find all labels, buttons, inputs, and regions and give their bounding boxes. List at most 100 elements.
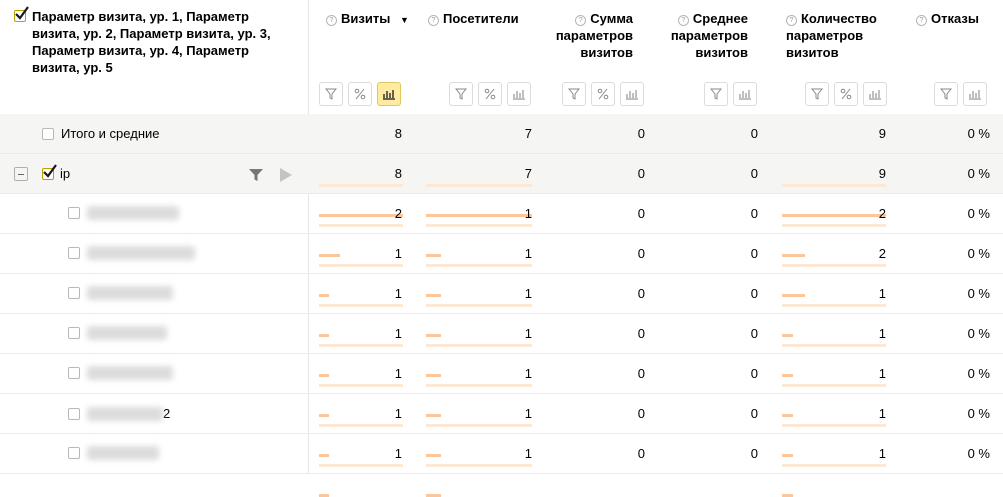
row-visits: 1 — [394, 446, 402, 461]
redacted-ip — [87, 206, 179, 220]
bar-chart-icon[interactable] — [377, 82, 401, 106]
total-count: 9 — [878, 126, 886, 141]
help-icon[interactable]: ? — [326, 15, 337, 26]
column-header-count[interactable]: ? Количество параметров визитов — [786, 10, 886, 61]
table-row: 1 1 0 0 1 0 % — [0, 274, 1003, 337]
help-icon[interactable]: ? — [575, 15, 587, 26]
visits-bar — [319, 424, 403, 457]
bounce-tools — [934, 82, 987, 106]
column-header-avg[interactable]: ? Среднее параметров визитов — [660, 10, 748, 61]
percent-icon[interactable] — [591, 82, 615, 106]
dimension-header-checkbox[interactable] — [14, 6, 29, 22]
row-checkbox[interactable] — [68, 287, 80, 299]
row-count: 1 — [878, 326, 886, 341]
bar-chart-icon[interactable] — [620, 82, 644, 106]
row-checkbox[interactable] — [68, 327, 80, 339]
filter-icon[interactable] — [704, 82, 728, 106]
table-row: 1 1 0 0 1 0 % — [0, 434, 1003, 497]
percent-icon[interactable] — [478, 82, 502, 106]
row-checkbox[interactable] — [68, 447, 80, 459]
percent-icon[interactable] — [348, 82, 372, 106]
column-header-visits[interactable]: ? Визиты ▼ — [326, 10, 409, 29]
filter-icon[interactable] — [934, 82, 958, 106]
total-row: Итого и средние 8 7 0 0 9 0 % — [0, 114, 1003, 154]
row-visits: 1 — [394, 406, 402, 421]
filter-icon[interactable] — [805, 82, 829, 106]
row-bounce: 0 % — [967, 286, 990, 301]
row-sum: 0 — [637, 326, 645, 341]
dimension-header-title: Параметр визита, ур. 1, Параметр визита,… — [32, 9, 271, 75]
row-count: 1 — [878, 406, 886, 421]
row-sum: 0 — [637, 286, 645, 301]
redacted-ip — [87, 366, 173, 380]
column-header-bounce[interactable]: ? Отказы — [916, 10, 979, 27]
filter-icon[interactable] — [562, 82, 586, 106]
total-avg: 0 — [750, 126, 758, 141]
total-sum: 0 — [637, 126, 645, 141]
row-visits: 1 — [394, 326, 402, 341]
redacted-ip — [87, 246, 195, 260]
table-row: 1 1 0 0 1 0 % — [0, 354, 1003, 417]
row-avg: 0 — [750, 326, 758, 341]
redacted-ip — [87, 406, 163, 421]
filter-icon[interactable] — [249, 168, 263, 187]
count-bar — [782, 224, 886, 257]
visitors-tools — [449, 82, 531, 106]
group-sum: 0 — [637, 166, 645, 181]
row-visitors: 1 — [524, 246, 532, 261]
count-tools — [805, 82, 887, 106]
filter-icon[interactable] — [449, 82, 473, 106]
percent-icon[interactable] — [834, 82, 858, 106]
count-bar — [782, 184, 886, 217]
help-icon[interactable]: ? — [916, 15, 927, 26]
row-visitors: 1 — [524, 366, 532, 381]
help-icon[interactable]: ? — [677, 15, 689, 26]
row-bounce: 0 % — [967, 246, 990, 261]
row-avg: 0 — [750, 246, 758, 261]
visits-bar — [319, 224, 403, 257]
row-avg: 0 — [750, 286, 758, 301]
row-count: 2 — [878, 246, 886, 261]
avg-tools — [704, 82, 757, 106]
row-visits: 2 — [394, 206, 402, 221]
bar-chart-icon[interactable] — [733, 82, 757, 106]
group-row-checkbox[interactable] — [42, 163, 57, 180]
count-bar — [782, 384, 886, 417]
collapse-icon[interactable] — [14, 167, 28, 181]
row-checkbox[interactable] — [68, 207, 80, 219]
bar-chart-icon[interactable] — [507, 82, 531, 106]
filter-icon[interactable] — [319, 82, 343, 106]
visits-bar — [319, 184, 403, 217]
visits-bar — [319, 464, 403, 497]
visits-bar — [319, 384, 403, 417]
bar-chart-icon[interactable] — [863, 82, 887, 106]
bar-chart-icon[interactable] — [963, 82, 987, 106]
group-count: 9 — [878, 166, 886, 181]
row-checkbox[interactable] — [68, 407, 80, 420]
visitors-bar — [426, 304, 532, 337]
row-bounce: 0 % — [967, 366, 990, 381]
column-header-visitors[interactable]: ? Посетители — [428, 10, 519, 27]
help-icon[interactable]: ? — [428, 15, 439, 26]
row-visits: 1 — [394, 366, 402, 381]
row-visitors: 1 — [524, 406, 532, 421]
total-bounce: 0 % — [967, 126, 990, 141]
redacted-ip — [87, 326, 167, 340]
total-row-checkbox[interactable] — [42, 127, 54, 140]
row-avg: 0 — [750, 446, 758, 461]
row-count: 2 — [878, 206, 886, 221]
total-visits: 8 — [394, 126, 402, 141]
help-icon[interactable]: ? — [786, 15, 797, 26]
count-bar — [782, 424, 886, 457]
sort-desc-icon[interactable]: ▼ — [400, 15, 409, 25]
column-header-sum[interactable]: ? Сумма параметров визитов — [545, 10, 633, 61]
row-sum: 0 — [637, 246, 645, 261]
group-visitors: 7 — [524, 166, 532, 181]
row-avg: 0 — [750, 406, 758, 421]
play-icon[interactable] — [280, 168, 292, 187]
row-visits: 1 — [394, 246, 402, 261]
row-count: 1 — [878, 446, 886, 461]
row-checkbox[interactable] — [68, 367, 80, 379]
table-row: 1 1 0 0 2 0 % — [0, 234, 1003, 297]
row-checkbox[interactable] — [68, 247, 80, 259]
